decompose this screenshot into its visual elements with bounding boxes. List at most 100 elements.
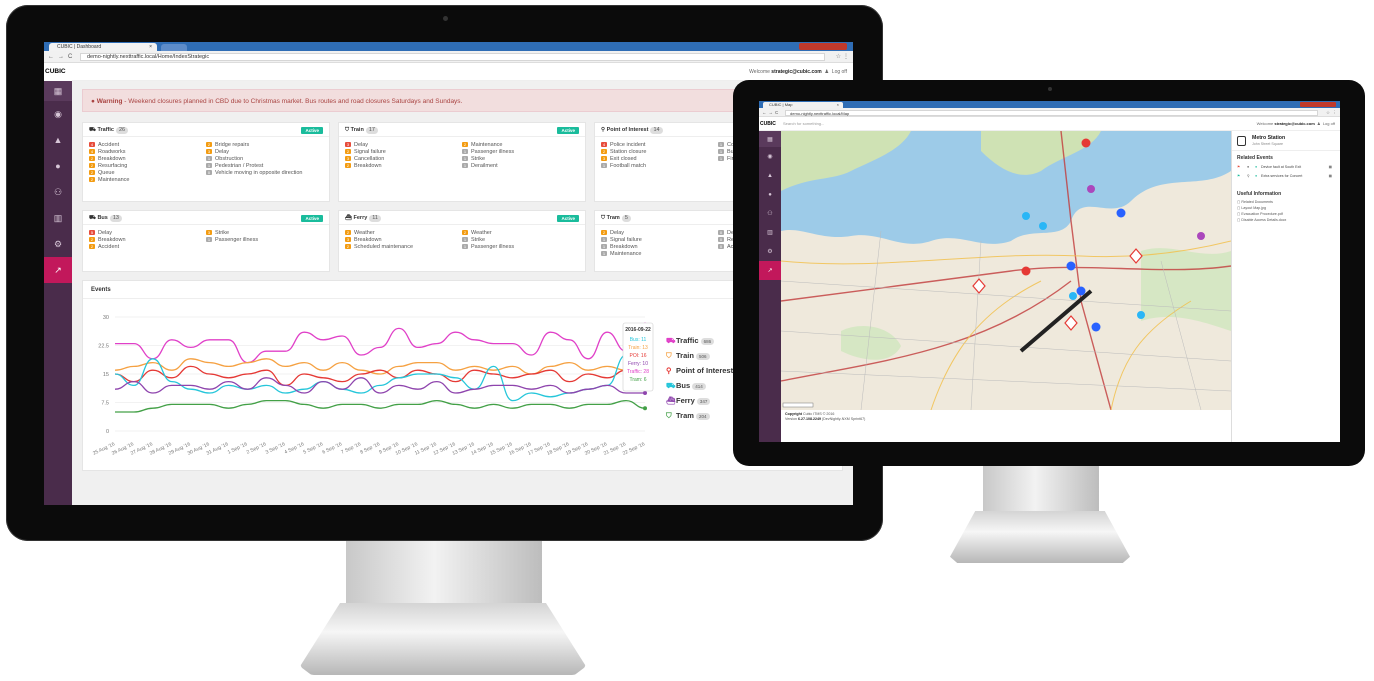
sidebar-analytics-icon[interactable]: ↗ [759,261,781,280]
event-type-row[interactable]: 4 Roadworks [89,149,206,156]
event-type-row[interactable]: 5 Delay [89,230,206,237]
event-type-row[interactable]: 1 Strike [462,156,579,163]
event-type-row[interactable]: 4 Police incident [601,142,718,149]
event-type-row[interactable]: 4 Accident [89,142,206,149]
event-type-row[interactable]: 2 Signal failure [345,149,462,156]
event-type-row[interactable]: 2 Breakdown [345,163,462,170]
x-tick-label: 3 Sep '16 [265,441,287,455]
sidebar-incidents-icon[interactable]: ● [44,153,72,179]
logout-link[interactable]: Log off [832,69,847,75]
active-badge[interactable]: Active [557,215,579,222]
event-type-row[interactable]: 3 Cancellation [345,156,462,163]
nav-buttons-icon[interactable]: ←→C [762,108,780,117]
sidebar-dashboard-icon[interactable]: ▦ [44,81,72,101]
card-train[interactable]: ⛉ Train 17 Active 3 Delay 2 Signal failure 3 Can… [338,122,586,202]
event-type-row[interactable]: 2 Breakdown [89,156,206,163]
event-type-row[interactable]: 2 Maintenance [89,177,206,184]
user-icon[interactable]: ♟ [825,69,829,75]
count-badge: 2 [462,142,468,148]
card-bus[interactable]: ⛟ Bus 13 Active 5 Delay 2 Breakdown 2 Accident 3 S… [82,210,330,272]
useful-info-item[interactable]: ▢ Disable Access Details.docx [1232,217,1340,223]
event-type-row[interactable]: 2 Scheduled maintenance [345,244,462,251]
sidebar-alerts-icon[interactable]: ▲ [44,127,72,153]
search-input[interactable]: Search for something... [783,117,824,131]
event-type-row[interactable]: 2 Weather [462,230,579,237]
card-traffic[interactable]: ⛟ Traffic 26 Active 4 Accident 4 Roadworks 2 Bre… [82,122,330,202]
browser-menu-icon[interactable]: ⋮ [843,51,849,63]
marketing-composite: CUBIC | Dashboard × ←→C demo-nightly.nex… [0,0,1374,681]
sidebar-alerts-icon[interactable]: ▲ [759,166,781,185]
event-type-row[interactable]: 2 Accident [89,244,206,251]
event-type-row[interactable]: 0 Vehicle moving in opposite direction [206,170,323,177]
event-type-row[interactable]: 3 Strike [206,230,323,237]
event-type-row[interactable]: 2 Breakdown [89,237,206,244]
sidebar-network-icon[interactable]: ⚇ [44,179,72,205]
tab-close-icon[interactable]: × [149,43,152,51]
active-badge[interactable]: Active [301,215,323,222]
url-field[interactable]: demo-nightly.nexttraffic.local/Map [785,109,1318,116]
browser-menu-icon[interactable]: ⋮ [1333,108,1338,117]
event-type-row[interactable]: 1 Breakdown [601,244,718,251]
y-tick-label: 22.5 [98,344,109,350]
sidebar-reports-icon[interactable]: ▥ [759,223,781,242]
event-type-row[interactable]: 2 Bridge repairs [206,142,323,149]
logout-link[interactable]: Log off [1323,121,1335,126]
count-badge: 1 [462,237,468,243]
event-type-row[interactable]: 2 Station closure [601,149,718,156]
sidebar-dashboard-icon[interactable]: ▦ [759,131,781,147]
event-type-row[interactable]: 2 Resurfacing [89,163,206,170]
event-type-label: Station closure [610,149,647,155]
address-bar-row: ←→C demo-nightly.nexttraffic.local/Home/… [44,51,853,63]
map-canvas[interactable] [781,131,1231,410]
sidebar-incidents-icon[interactable]: ● [759,185,781,204]
event-type-row[interactable]: 1 Passenger illness [206,237,323,244]
bookmark-star-icon[interactable]: ☆ [1326,108,1330,117]
event-type-row[interactable]: 2 Queue [89,170,206,177]
x-tick-label: 6 Sep '16 [321,441,343,455]
event-type-row[interactable]: 2 Weather [345,230,462,237]
calendar-icon[interactable]: ▦ [1329,163,1332,172]
event-type-row[interactable]: 3 Breakdown [345,237,462,244]
event-type-row[interactable]: 3 Exit closed [601,156,718,163]
city-map[interactable] [781,131,1231,410]
user-icon[interactable]: ♟ [1317,121,1321,126]
bookmark-star-icon[interactable]: ☆ [836,51,841,63]
active-badge[interactable]: Active [301,127,323,134]
event-type-row[interactable]: 2 Maintenance [462,142,579,149]
event-type-row[interactable]: 3 Delay [345,142,462,149]
event-type-row[interactable]: 2 Delay [601,230,718,237]
sidebar-settings-icon[interactable]: ⚙ [44,231,72,257]
event-type-row[interactable]: 1 Passenger illness [462,244,579,251]
sidebar-reports-icon[interactable]: ▥ [44,205,72,231]
browser-tab-dashboard[interactable]: CUBIC | Dashboard × [49,43,157,51]
event-type-row[interactable]: 1 Football match [601,163,718,170]
url-field[interactable]: demo-nightly.nexttraffic.local/Home/Inde… [80,53,825,61]
event-type-row[interactable]: 1 Passenger illness [462,149,579,156]
event-type-row[interactable]: 1 Signal failure [601,237,718,244]
active-badge[interactable]: Active [557,127,579,134]
address-bar-row: ←→C demo-nightly.nexttraffic.local/Map ☆… [759,108,1340,117]
nav-buttons-icon[interactable]: ←→C [48,51,76,63]
sidebar-map-icon[interactable]: ◉ [44,101,72,127]
calendar-icon[interactable]: ▦ [1329,172,1332,181]
event-type-row[interactable]: 1 Strike [462,237,579,244]
new-tab-button[interactable] [161,44,187,51]
card-ferry[interactable]: ⛴ Ferry 11 Active 2 Weather 3 Breakdown 2 Schedu… [338,210,586,272]
user-email[interactable]: strategic@cubic.com [1274,121,1314,126]
count-badge: 2 [89,237,95,243]
sidebar-settings-icon[interactable]: ⚙ [759,242,781,261]
user-email[interactable]: strategic@cubic.com [771,69,821,75]
sidebar-map-icon[interactable]: ◉ [759,147,781,166]
related-event-item[interactable]: ⚑ ● ● Device fault at South Exit ▦ [1232,163,1340,172]
window-controls[interactable] [799,43,847,50]
window-controls[interactable] [1300,102,1336,107]
related-event-item[interactable]: ⚑ ⚲ ● Extra services for Concert ▦ [1232,172,1340,181]
sidebar-analytics-icon[interactable]: ↗ [44,257,72,283]
count-badge: 1 [601,251,607,257]
event-type-row[interactable]: 3 Delay [206,149,323,156]
sidebar-network-icon[interactable]: ⚇ [759,204,781,223]
event-type-row[interactable]: 1 Pedestrian / Protest [206,163,323,170]
event-type-row[interactable]: 1 Derailment [462,163,579,170]
event-type-row[interactable]: 1 Obstruction [206,156,323,163]
event-type-row[interactable]: 1 Maintenance [601,251,718,258]
